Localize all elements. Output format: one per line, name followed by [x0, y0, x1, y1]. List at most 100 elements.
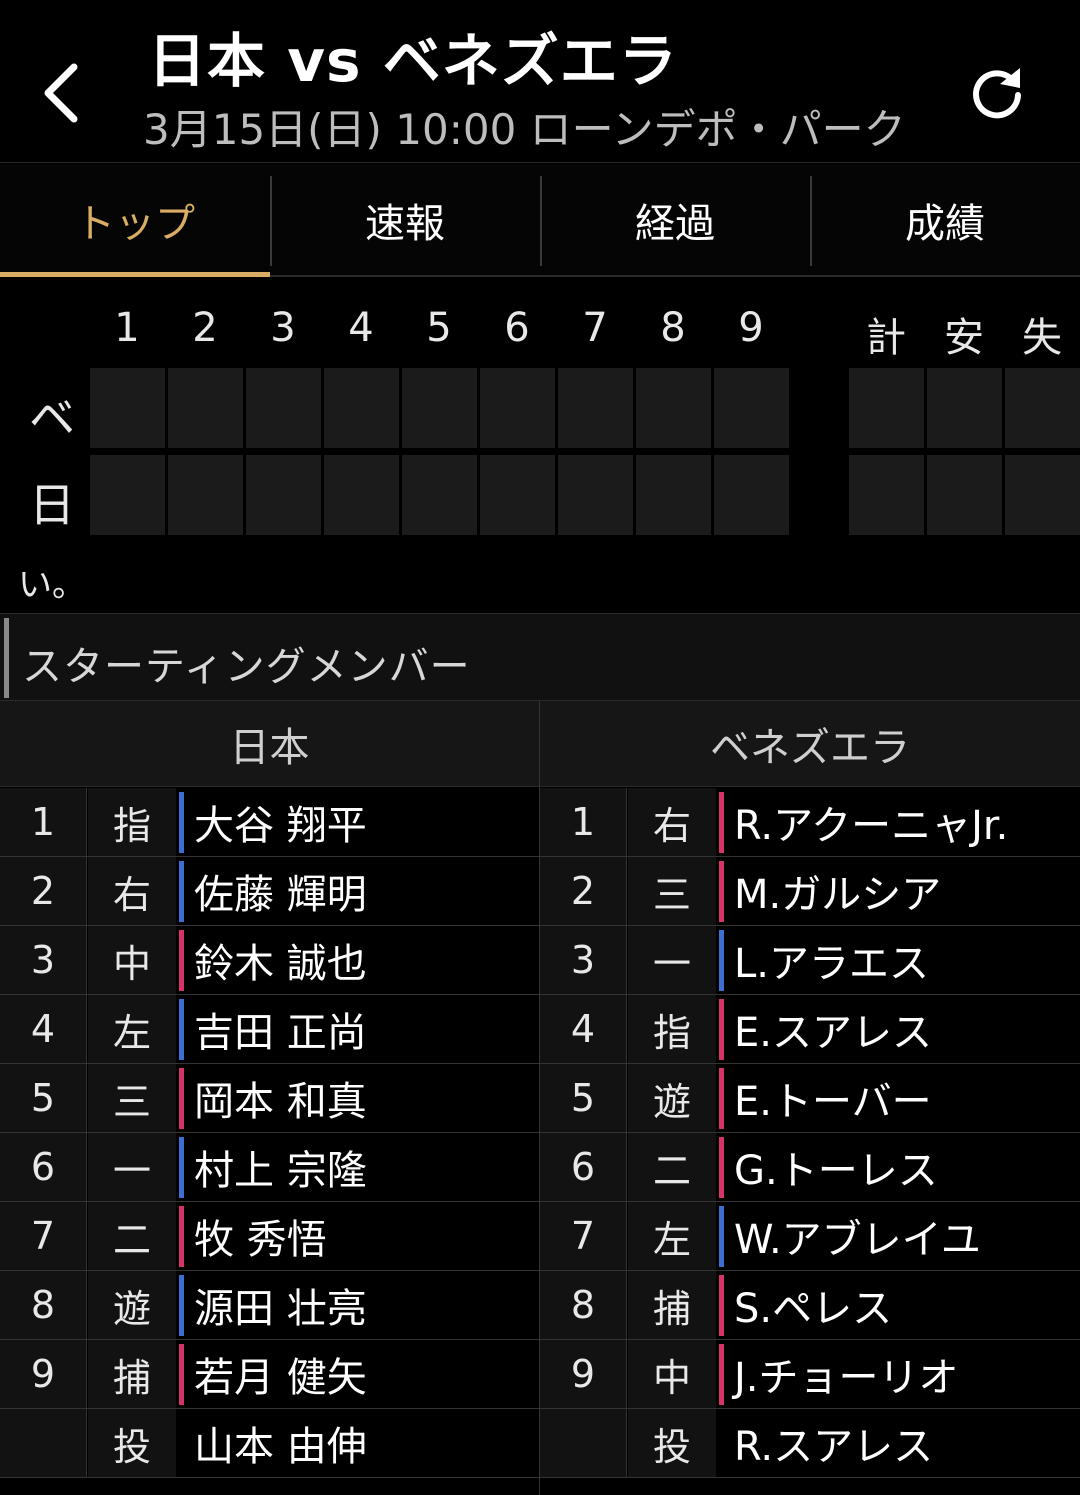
fielding-position: 投 — [88, 1409, 176, 1477]
section-header: スターティングメンバー — [0, 613, 1080, 701]
lineup-row[interactable]: 5 遊 E.トーバー — [540, 1064, 1080, 1133]
lineup-row[interactable]: 4 指 E.スアレス — [540, 995, 1080, 1064]
player-name[interactable]: J.チョーリオ — [734, 1340, 959, 1408]
back-button[interactable] — [30, 55, 100, 130]
section-title: スターティングメンバー — [22, 644, 471, 690]
player-name[interactable]: S.ペレス — [734, 1271, 892, 1339]
player-name[interactable]: 大谷 翔平 — [194, 788, 367, 856]
total-runs-header: 計 — [866, 315, 906, 361]
fielding-position: 遊 — [628, 1064, 716, 1132]
batting-order: 6 — [540, 1133, 627, 1201]
player-name[interactable]: R.アクーニャJr. — [734, 788, 1008, 856]
player-name[interactable]: M.ガルシア — [734, 857, 941, 925]
fielding-position: 二 — [628, 1133, 716, 1201]
lineup-row[interactable]: 6 一村上 宗隆 — [0, 1133, 540, 1202]
fielding-position: 左 — [88, 995, 176, 1063]
player-name[interactable]: L.アラエス — [734, 926, 929, 994]
tab-top[interactable]: トップ — [0, 164, 270, 277]
lineup-row[interactable]: 2 右佐藤 輝明 — [0, 857, 540, 926]
lineup-row[interactable]: 投 R.スアレス — [540, 1409, 1080, 1478]
batting-side-indicator — [179, 1413, 184, 1474]
tab-progress[interactable]: 経過 — [540, 164, 810, 275]
batting-order: 3 — [540, 926, 627, 994]
batting-side-indicator — [179, 1344, 184, 1405]
player-name[interactable]: 岡本 和真 — [194, 1064, 367, 1132]
player-name[interactable]: 村上 宗隆 — [194, 1133, 367, 1201]
away-team-abbr: ベ — [29, 391, 75, 445]
score-cell — [927, 368, 1002, 448]
tab-stats[interactable]: 成績 — [810, 164, 1080, 275]
lineup-row[interactable]: 5 三岡本 和真 — [0, 1064, 540, 1133]
lineup-row[interactable]: 9 中 J.チョーリオ — [540, 1340, 1080, 1409]
score-cell — [402, 368, 477, 448]
lineup-row[interactable]: 3 中鈴木 誠也 — [0, 926, 540, 995]
batting-side-indicator — [719, 1344, 724, 1405]
batting-order: 1 — [0, 788, 87, 856]
player-name[interactable]: W.アブレイユ — [734, 1202, 981, 1270]
section-accent — [4, 618, 9, 698]
player-name[interactable]: E.トーバー — [734, 1064, 932, 1132]
player-name[interactable]: 鈴木 誠也 — [194, 926, 367, 994]
fielding-position: 投 — [628, 1409, 716, 1477]
lineup-row[interactable]: 1 指大谷 翔平 — [0, 788, 540, 857]
score-cell — [636, 455, 711, 535]
batting-order: 4 — [0, 995, 87, 1063]
player-name[interactable]: E.スアレス — [734, 995, 932, 1063]
lineup-row[interactable]: 1 右 R.アクーニャJr. — [540, 788, 1080, 857]
batting-order: 6 — [0, 1133, 87, 1201]
player-name[interactable]: G.トーレス — [734, 1133, 938, 1201]
batting-side-indicator — [719, 999, 724, 1060]
tab-live[interactable]: 速報 — [270, 164, 540, 275]
lineup-row[interactable]: 9 捕若月 健矢 — [0, 1340, 540, 1409]
fielding-position: 左 — [628, 1202, 716, 1270]
lineup-row[interactable]: 7二牧 秀悟 — [0, 1202, 540, 1271]
game-info: 3月15日(日) 10:00 ローンデポ・パーク — [143, 105, 906, 154]
refresh-button[interactable] — [966, 62, 1028, 124]
batting-side-indicator — [179, 861, 184, 922]
score-cell — [324, 455, 399, 535]
lineup-row[interactable]: 投山本 由伸 — [0, 1409, 540, 1478]
batting-side-indicator — [179, 1137, 184, 1198]
player-name[interactable]: 山本 由伸 — [194, 1409, 367, 1477]
batting-order: 2 — [540, 857, 627, 925]
lineup-row[interactable]: 6 二 G.トーレス — [540, 1133, 1080, 1202]
fielding-position: 捕 — [88, 1340, 176, 1408]
batting-order: 2 — [0, 857, 87, 925]
fielding-position: 指 — [628, 995, 716, 1063]
lineup-row[interactable]: 8 遊源田 壮亮 — [0, 1271, 540, 1340]
score-cell — [927, 455, 1002, 535]
errors-header: 失 — [1022, 315, 1062, 361]
lineup-row[interactable]: 8 捕 S.ペレス — [540, 1271, 1080, 1340]
batting-order: 8 — [0, 1271, 87, 1339]
player-name[interactable]: 若月 健矢 — [194, 1340, 367, 1408]
batting-side-indicator — [179, 999, 184, 1060]
batting-order: 5 — [0, 1064, 87, 1132]
score-cell — [714, 368, 789, 448]
score-cell — [558, 368, 633, 448]
scoreboard: 1 2 3 4 5 6 7 8 9 計 安 失 ベ 日 い。 — [0, 279, 1080, 613]
batting-side-indicator — [719, 861, 724, 922]
lineup-row[interactable]: 3 一 L.アラエス — [540, 926, 1080, 995]
player-name[interactable]: 源田 壮亮 — [194, 1271, 367, 1339]
player-name[interactable]: 佐藤 輝明 — [194, 857, 367, 925]
lineup-row[interactable]: 4 左吉田 正尚 — [0, 995, 540, 1064]
lineup-row[interactable]: 2 三 M.ガルシア — [540, 857, 1080, 926]
player-name[interactable]: 牧 秀悟 — [194, 1202, 327, 1270]
score-cell — [246, 368, 321, 448]
score-cell — [90, 368, 165, 448]
player-name[interactable]: 吉田 正尚 — [194, 995, 367, 1063]
player-name[interactable]: R.スアレス — [734, 1409, 933, 1477]
header: 日本 vs ベネズエラ 3月15日(日) 10:00 ローンデポ・パーク — [0, 0, 1080, 163]
score-cell — [480, 455, 555, 535]
inning-header: 8 — [660, 305, 686, 351]
score-cell — [402, 455, 477, 535]
score-cell — [480, 368, 555, 448]
away-lineup: 1 右 R.アクーニャJr. 2 三 M.ガルシア 3 一 L.アラエス 4 指 E.スアレス 5 遊 E.… — [540, 788, 1080, 1478]
batting-side-indicator — [179, 792, 184, 853]
lineup-row[interactable]: 7 左 W.アブレイユ — [540, 1202, 1080, 1271]
home-lineup: 1 指大谷 翔平 2 右佐藤 輝明 3 中鈴木 誠也 4 左吉田 正尚 5 三岡本 和真 6 一村上 … — [0, 788, 540, 1478]
batting-side-indicator — [719, 1137, 724, 1198]
fielding-position: 遊 — [88, 1271, 176, 1339]
away-team-header: ベネズエラ — [540, 701, 1080, 787]
inning-header: 7 — [582, 305, 608, 351]
